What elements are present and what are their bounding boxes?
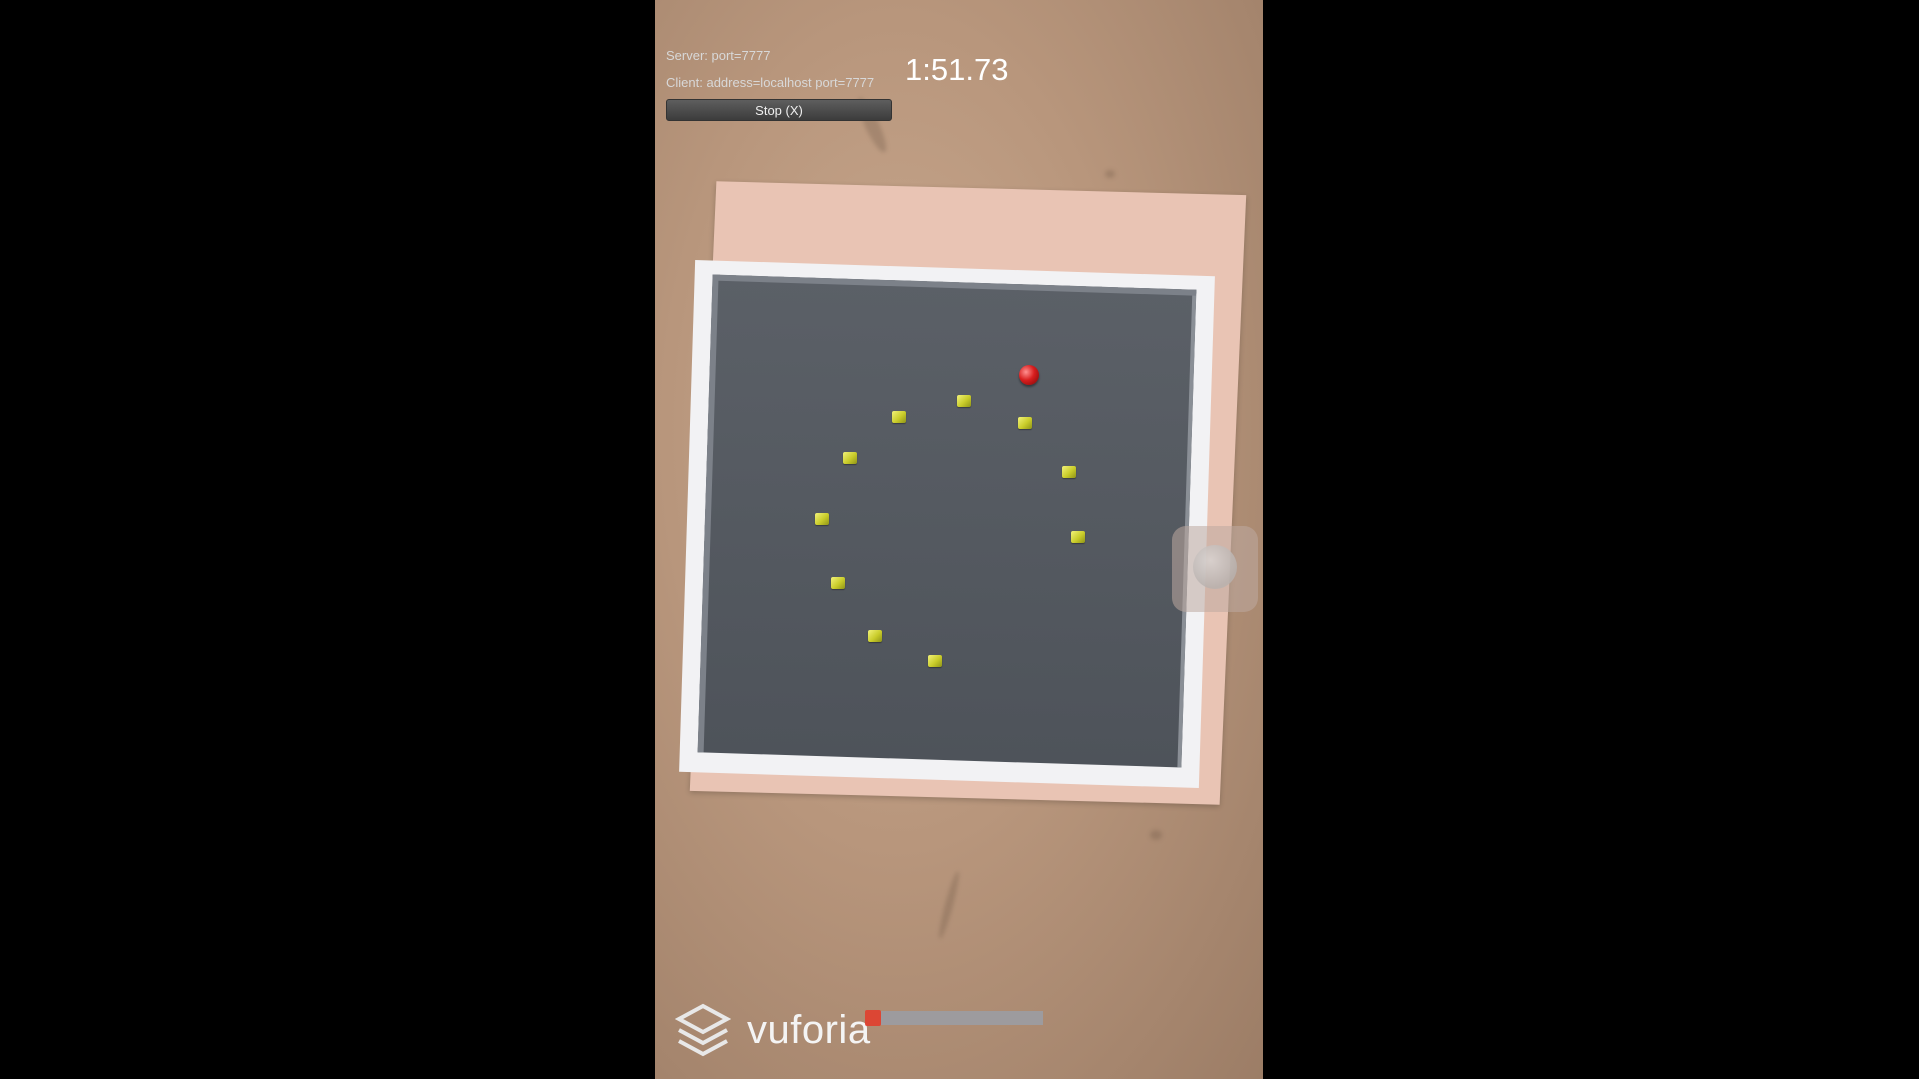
stop-button-label: Stop (X) xyxy=(755,102,803,118)
collectible-cube xyxy=(868,630,882,642)
collectible-cube xyxy=(815,513,829,525)
collectible-cube xyxy=(1062,466,1076,478)
collectible-cube xyxy=(843,452,857,464)
floor-stain xyxy=(1105,170,1115,178)
collectible-cube xyxy=(1071,531,1085,543)
server-status: Server: port=7777 xyxy=(666,48,771,63)
collectible-cube xyxy=(957,395,971,407)
virtual-joystick-icon[interactable] xyxy=(1193,545,1237,589)
collectible-cube xyxy=(831,577,845,589)
stop-button[interactable]: Stop (X) xyxy=(666,99,892,121)
playback-scrubber-handle[interactable] xyxy=(865,1010,881,1026)
vuforia-logo-text: vuforia xyxy=(747,1008,871,1052)
collectible-cube xyxy=(1018,417,1032,429)
playback-progress-bar[interactable] xyxy=(865,1010,1043,1026)
game-timer: 1:51.73 xyxy=(905,52,1009,87)
floor-stain xyxy=(936,870,962,940)
ar-camera-view: Server: port=7777 Client: address=localh… xyxy=(655,0,1263,1079)
game-board xyxy=(697,274,1197,768)
client-status: Client: address=localhost port=7777 xyxy=(666,75,875,90)
collectible-cube xyxy=(892,411,906,423)
floor-stain xyxy=(1150,830,1162,840)
player-ball xyxy=(1019,365,1039,385)
vuforia-logo-icon xyxy=(675,1003,731,1057)
collectible-cube xyxy=(928,655,942,667)
